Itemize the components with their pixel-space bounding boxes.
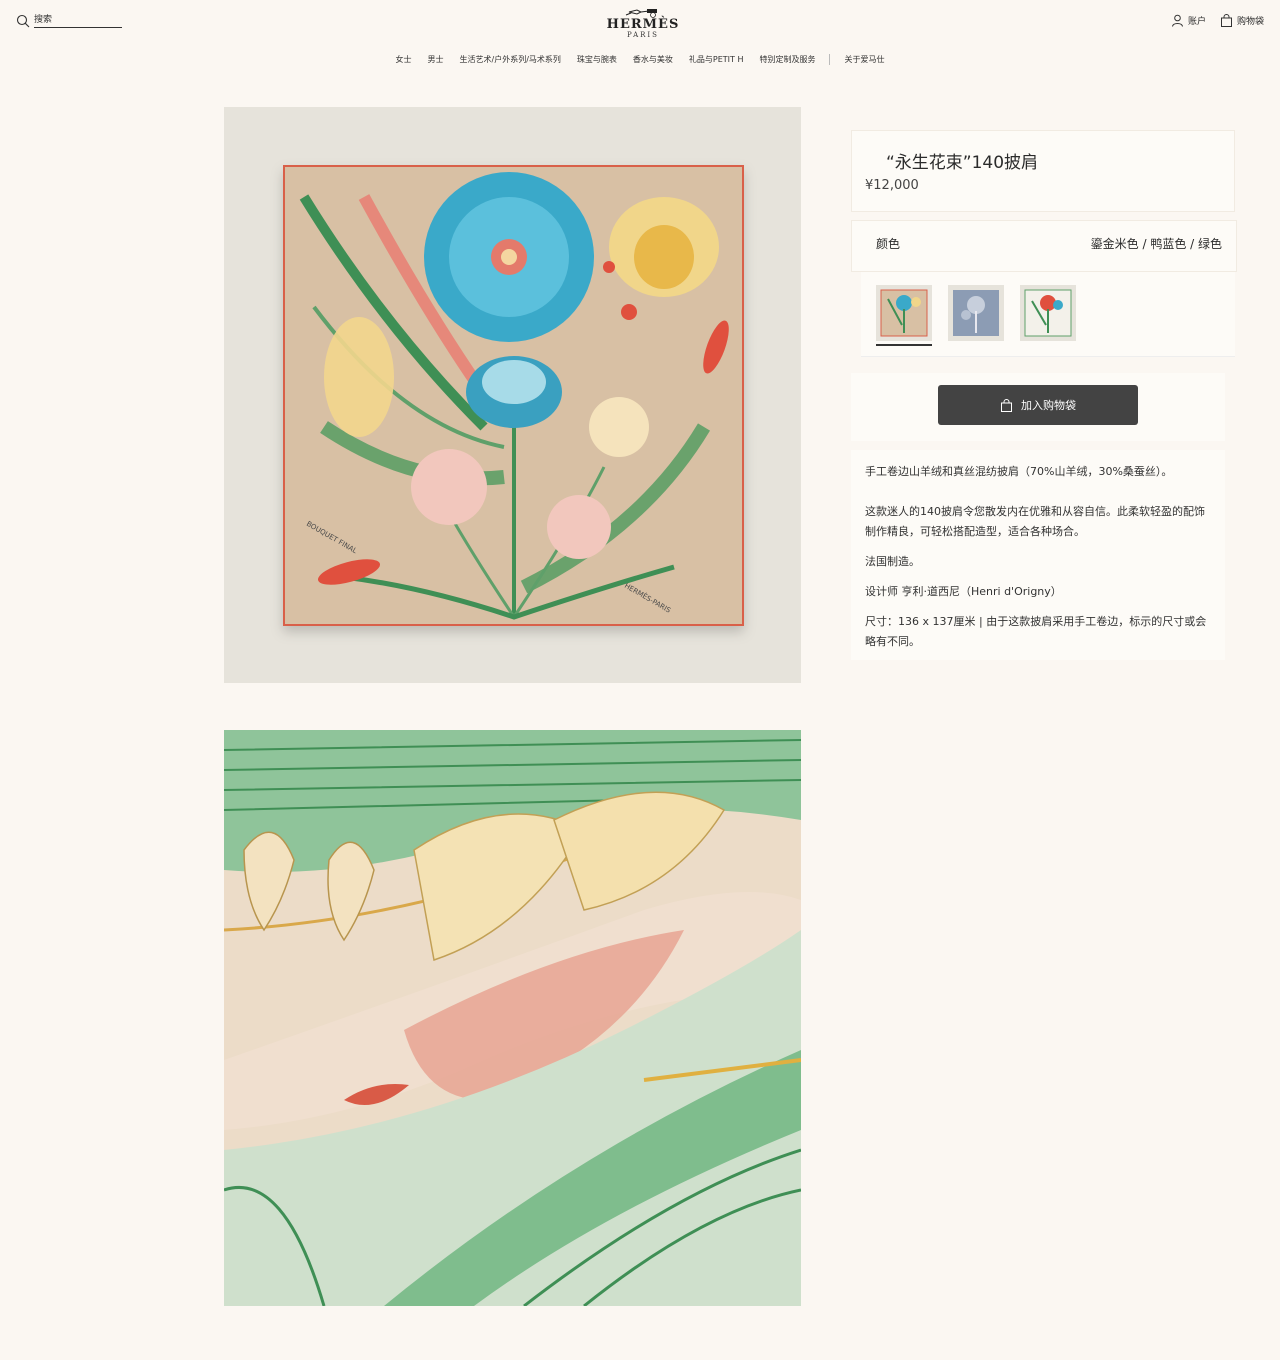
color-selector-row[interactable]: 颜色 鎏金米色 / 鸭蓝色 / 绿色	[851, 220, 1237, 272]
nav-item-about[interactable]: 关于爱马仕	[844, 54, 884, 65]
description-origin: 法国制造。	[865, 555, 920, 568]
nav-divider	[829, 54, 831, 65]
nav-item-jewelry-watches[interactable]: 珠宝与腕表	[577, 54, 617, 65]
swatch-thumbnail	[1020, 285, 1076, 341]
color-swatches	[861, 272, 1235, 357]
description-size: 尺寸：136 x 137厘米 | 由于这款披肩采用手工卷边，标示的尺寸或会略有不…	[865, 615, 1207, 648]
product-detail-image[interactable]	[224, 730, 801, 1306]
scarf-closeup-illustration	[224, 730, 801, 1306]
color-label: 颜色	[876, 237, 901, 251]
nav-item-fragrance-beauty[interactable]: 香水与美妆	[633, 54, 673, 65]
product-main-image[interactable]: BOUQUET FINAL HERMÈS-PARIS	[224, 107, 801, 683]
search-icon	[16, 14, 30, 28]
swatch-thumbnail	[948, 285, 1004, 341]
shopping-bag-icon	[1001, 398, 1012, 412]
shopping-bag-icon	[1220, 14, 1232, 27]
nav-item-gifts-petit-h[interactable]: 礼品与PETIT H	[689, 54, 744, 65]
nav-item-home-outdoor-equestrian[interactable]: 生活艺术/户外系列/马术系列	[460, 54, 561, 65]
description-intro: 这款迷人的140披肩令您散发内在优雅和从容自信。此柔软轻盈的配饰制作精良，可轻松…	[865, 505, 1205, 538]
swatch-thumbnail	[876, 285, 932, 341]
swatch-blue-grey[interactable]	[948, 285, 1004, 341]
cart-label: 购物袋	[1236, 17, 1264, 27]
account-link[interactable]: 账户	[1171, 14, 1206, 27]
add-to-cart-button[interactable]: 加入购物袋	[938, 385, 1138, 425]
description-material: 手工卷边山羊绒和真丝混纺披肩（70%山羊绒，30%桑蚕丝）。	[865, 465, 1173, 478]
product-description: 手工卷边山羊绒和真丝混纺披肩（70%山羊绒，30%桑蚕丝）。 这款迷人的140披…	[851, 450, 1225, 660]
search-bar[interactable]	[16, 14, 122, 28]
cart-link[interactable]: 购物袋	[1220, 14, 1264, 27]
swatch-gold-beige[interactable]	[876, 285, 932, 346]
add-to-cart-area: 加入购物袋	[851, 373, 1225, 441]
main-nav: 女士 男士 生活艺术/户外系列/马术系列 珠宝与腕表 香水与美妆 礼品与PETI…	[0, 54, 1280, 65]
logo-wordmark: HERMÈS	[606, 17, 680, 32]
user-icon	[1171, 14, 1183, 27]
logo-city: PARIS	[627, 31, 659, 39]
product-info-panel: “永生花束”140披肩 ¥12,000 颜色 鎏金米色 / 鸭蓝色 / 绿色 加…	[851, 130, 1237, 660]
product-title: “永生花束”140披肩	[886, 153, 1039, 173]
swatch-green[interactable]	[1020, 285, 1076, 341]
add-to-cart-label: 加入购物袋	[1021, 399, 1076, 412]
product-price: ¥12,000	[865, 178, 919, 193]
color-value: 鎏金米色 / 鸭蓝色 / 绿色	[1090, 237, 1222, 251]
brand-logo[interactable]: HERMÈS PARIS	[590, 6, 696, 40]
product-title-box: “永生花束”140披肩 ¥12,000	[851, 130, 1235, 212]
scarf-illustration: BOUQUET FINAL HERMÈS-PARIS	[283, 165, 744, 626]
account-label: 账户	[1187, 17, 1206, 27]
nav-item-special-orders[interactable]: 特别定制及服务	[759, 54, 815, 65]
site-header: HERMÈS PARIS 账户 购物袋 女士 男士 生活艺术/户外系列/马术系列…	[0, 0, 1280, 80]
nav-item-women[interactable]: 女士	[396, 54, 412, 65]
search-input[interactable]	[34, 14, 122, 28]
nav-item-men[interactable]: 男士	[428, 54, 444, 65]
description-designer: 设计师 亨利·道西尼（Henri d'Origny）	[865, 585, 1062, 598]
